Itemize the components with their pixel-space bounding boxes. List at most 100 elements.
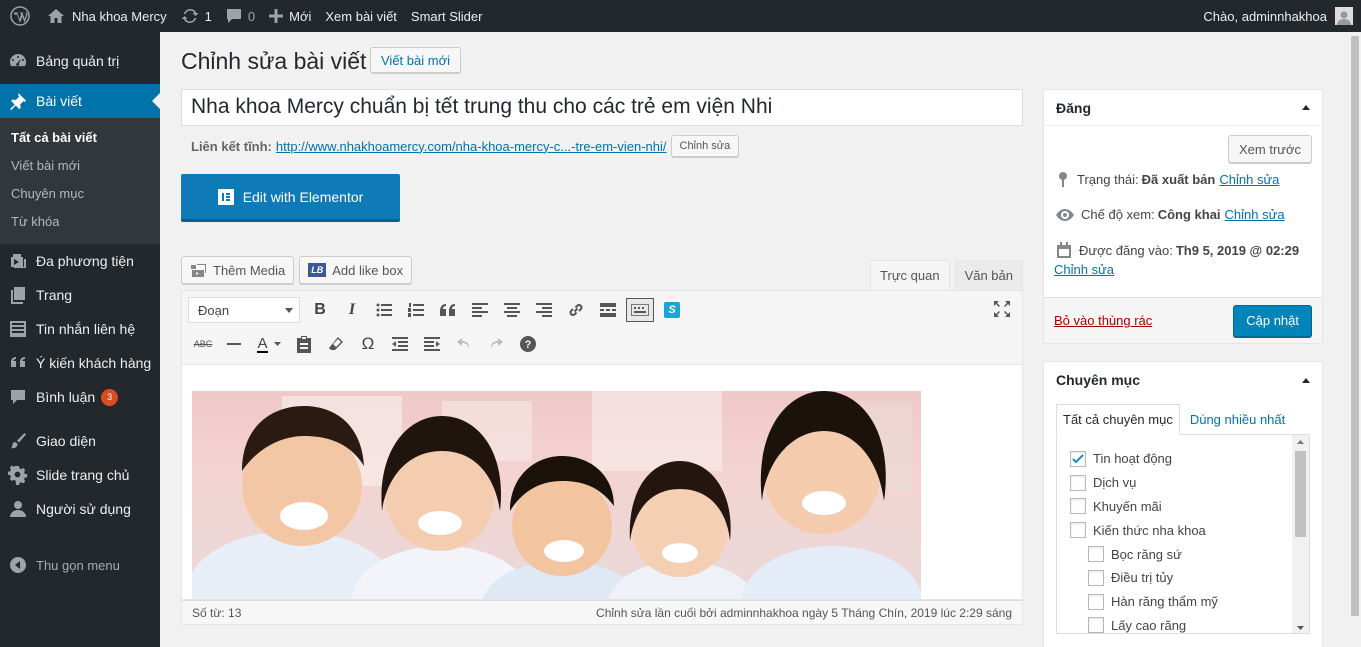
toolbar-toggle-icon[interactable] bbox=[626, 298, 654, 322]
site-name-link[interactable]: Nha khoa Mercy bbox=[40, 0, 174, 32]
scroll-up-arrow-icon[interactable] bbox=[1292, 435, 1309, 449]
account-menu[interactable]: Chào, adminnhakhoa bbox=[1203, 0, 1361, 32]
add-like-box-button[interactable]: LB Add like box bbox=[299, 256, 413, 284]
refresh-icon bbox=[181, 9, 199, 23]
sidebar-item-posts[interactable]: Bài viết bbox=[0, 84, 160, 118]
permalink-url[interactable]: http://www.nhakhoamercy.com/nha-khoa-mer… bbox=[276, 139, 667, 154]
indent-icon[interactable] bbox=[416, 330, 448, 358]
category-item[interactable]: Kiến thức nha khoa bbox=[1070, 518, 1309, 542]
submenu-tags[interactable]: Từ khóa bbox=[0, 208, 160, 236]
italic-icon[interactable]: I bbox=[336, 296, 368, 324]
smart-slider-icon[interactable]: S bbox=[656, 296, 688, 324]
category-item[interactable]: Điều trị tủy bbox=[1070, 566, 1309, 590]
tab-visual[interactable]: Trực quan bbox=[870, 260, 950, 290]
post-title-input[interactable]: Nha khoa Mercy chuẩn bị tết trung thu ch… bbox=[181, 89, 1023, 126]
read-more-icon[interactable] bbox=[592, 296, 624, 324]
paste-text-icon[interactable] bbox=[288, 330, 320, 358]
new-content-link[interactable]: Mới bbox=[262, 0, 318, 32]
bullet-list-icon[interactable] bbox=[368, 296, 400, 324]
strikethrough-icon[interactable]: ABC bbox=[188, 330, 218, 358]
sidebar-item-users[interactable]: Người sử dụng bbox=[0, 492, 160, 526]
category-item[interactable]: Tin hoạt động bbox=[1070, 447, 1309, 471]
collapse-toggle-icon[interactable] bbox=[1302, 101, 1310, 110]
edit-with-elementor-button[interactable]: Edit with Elementor bbox=[181, 174, 400, 222]
category-item[interactable]: Bọc răng sứ bbox=[1070, 542, 1309, 566]
sidebar-item-pages[interactable]: Trang bbox=[0, 278, 160, 312]
align-center-icon[interactable] bbox=[496, 296, 528, 324]
media-icon bbox=[11, 254, 26, 268]
preview-button[interactable]: Xem trước bbox=[1227, 135, 1312, 163]
undo-icon[interactable] bbox=[448, 330, 480, 358]
checkbox[interactable] bbox=[1070, 522, 1086, 539]
category-item[interactable]: Khuyến mãi bbox=[1070, 495, 1309, 519]
checkbox[interactable] bbox=[1088, 569, 1104, 586]
sidebar-item-appearance[interactable]: Giao diện bbox=[0, 424, 160, 458]
submenu-categories[interactable]: Chuyên mục bbox=[0, 180, 160, 208]
sidebar-label-appearance: Giao diện bbox=[36, 433, 96, 449]
checkbox[interactable] bbox=[1088, 617, 1104, 633]
published-edit-link[interactable]: Chỉnh sửa bbox=[1054, 262, 1114, 277]
sidebar-item-testimonials[interactable]: Ý kiến khách hàng bbox=[0, 346, 160, 380]
format-select[interactable]: Đoạn bbox=[188, 297, 300, 323]
scrollbar-thumb[interactable] bbox=[1295, 451, 1306, 537]
checkbox[interactable] bbox=[1070, 498, 1086, 515]
tab-text[interactable]: Văn bản bbox=[954, 260, 1023, 290]
comments-link[interactable]: 0 bbox=[219, 0, 262, 32]
category-item[interactable]: Hàn răng thẩm mỹ bbox=[1070, 590, 1309, 614]
page-scrollbar-thumb[interactable] bbox=[1351, 36, 1359, 616]
checkbox[interactable] bbox=[1088, 593, 1104, 610]
sidebar-item-contact[interactable]: Tin nhắn liên hệ bbox=[0, 312, 160, 346]
text-color-icon[interactable]: A bbox=[250, 330, 288, 358]
collapse-toggle-icon[interactable] bbox=[1302, 374, 1310, 383]
bold-icon[interactable]: B bbox=[304, 296, 336, 324]
link-icon[interactable] bbox=[560, 296, 592, 324]
add-new-post-button[interactable]: Viết bài mới bbox=[370, 47, 461, 73]
submenu-all-posts[interactable]: Tất cả bài viết bbox=[0, 124, 160, 152]
checked-checkbox[interactable] bbox=[1070, 450, 1086, 467]
publish-actions: Bỏ vào thùng rác Cập nhật bbox=[1044, 297, 1322, 343]
tab-popular-categories[interactable]: Dùng nhiều nhất bbox=[1184, 404, 1291, 435]
categories-box-header[interactable]: Chuyên mục bbox=[1044, 362, 1322, 398]
blockquote-icon[interactable] bbox=[432, 296, 464, 324]
update-button[interactable]: Cập nhật bbox=[1233, 304, 1312, 337]
tab-all-categories[interactable]: Tất cả chuyên mục bbox=[1056, 404, 1180, 435]
checkbox[interactable] bbox=[1070, 474, 1086, 491]
main-content: Chỉnh sửa bài viết Viết bài mới Nha khoa… bbox=[160, 32, 1361, 647]
redo-icon[interactable] bbox=[480, 330, 512, 358]
collapse-arrow-icon bbox=[10, 557, 26, 573]
category-scrollbar[interactable] bbox=[1292, 435, 1309, 634]
status-edit-link[interactable]: Chỉnh sửa bbox=[1219, 172, 1279, 187]
clear-formatting-icon[interactable] bbox=[320, 330, 352, 358]
checkbox[interactable] bbox=[1088, 546, 1104, 563]
special-character-icon[interactable]: Ω bbox=[352, 330, 384, 358]
horizontal-line-icon[interactable] bbox=[218, 330, 250, 358]
chevron-down-icon bbox=[285, 307, 293, 313]
page-scrollbar[interactable] bbox=[1349, 32, 1361, 647]
submenu-add-new[interactable]: Viết bài mới bbox=[0, 152, 160, 180]
trash-link[interactable]: Bỏ vào thùng rác bbox=[1054, 313, 1152, 328]
category-item[interactable]: Lấy cao răng bbox=[1070, 614, 1309, 633]
publish-box-header[interactable]: Đăng bbox=[1044, 90, 1322, 126]
category-label: Bọc răng sứ bbox=[1111, 546, 1182, 562]
sidebar-item-dashboard[interactable]: Bảng quản trị bbox=[0, 44, 160, 78]
numbered-list-icon[interactable] bbox=[400, 296, 432, 324]
scroll-down-arrow-icon[interactable] bbox=[1292, 621, 1309, 634]
updates-link[interactable]: 1 bbox=[174, 0, 219, 32]
visibility-edit-link[interactable]: Chỉnh sửa bbox=[1225, 207, 1285, 222]
sidebar-item-slide[interactable]: Slide trang chủ bbox=[0, 458, 160, 492]
sidebar-item-comments[interactable]: Bình luận 3 bbox=[0, 380, 160, 414]
wordpress-logo-icon[interactable] bbox=[0, 0, 40, 32]
help-icon[interactable]: ? bbox=[512, 330, 544, 358]
editor-content[interactable] bbox=[181, 365, 1023, 600]
category-item[interactable]: Dịch vụ bbox=[1070, 471, 1309, 495]
smart-slider-link[interactable]: Smart Slider bbox=[404, 0, 490, 32]
align-left-icon[interactable] bbox=[464, 296, 496, 324]
collapse-menu-button[interactable]: Thu gọn menu bbox=[0, 548, 160, 582]
permalink-edit-button[interactable]: Chỉnh sửa bbox=[670, 135, 740, 157]
sidebar-item-media[interactable]: Đa phương tiện bbox=[0, 244, 160, 278]
fullscreen-icon[interactable] bbox=[986, 295, 1018, 323]
outdent-icon[interactable] bbox=[384, 330, 416, 358]
view-post-link[interactable]: Xem bài viết bbox=[318, 0, 404, 32]
add-media-button[interactable]: Thêm Media bbox=[181, 256, 295, 284]
align-right-icon[interactable] bbox=[528, 296, 560, 324]
